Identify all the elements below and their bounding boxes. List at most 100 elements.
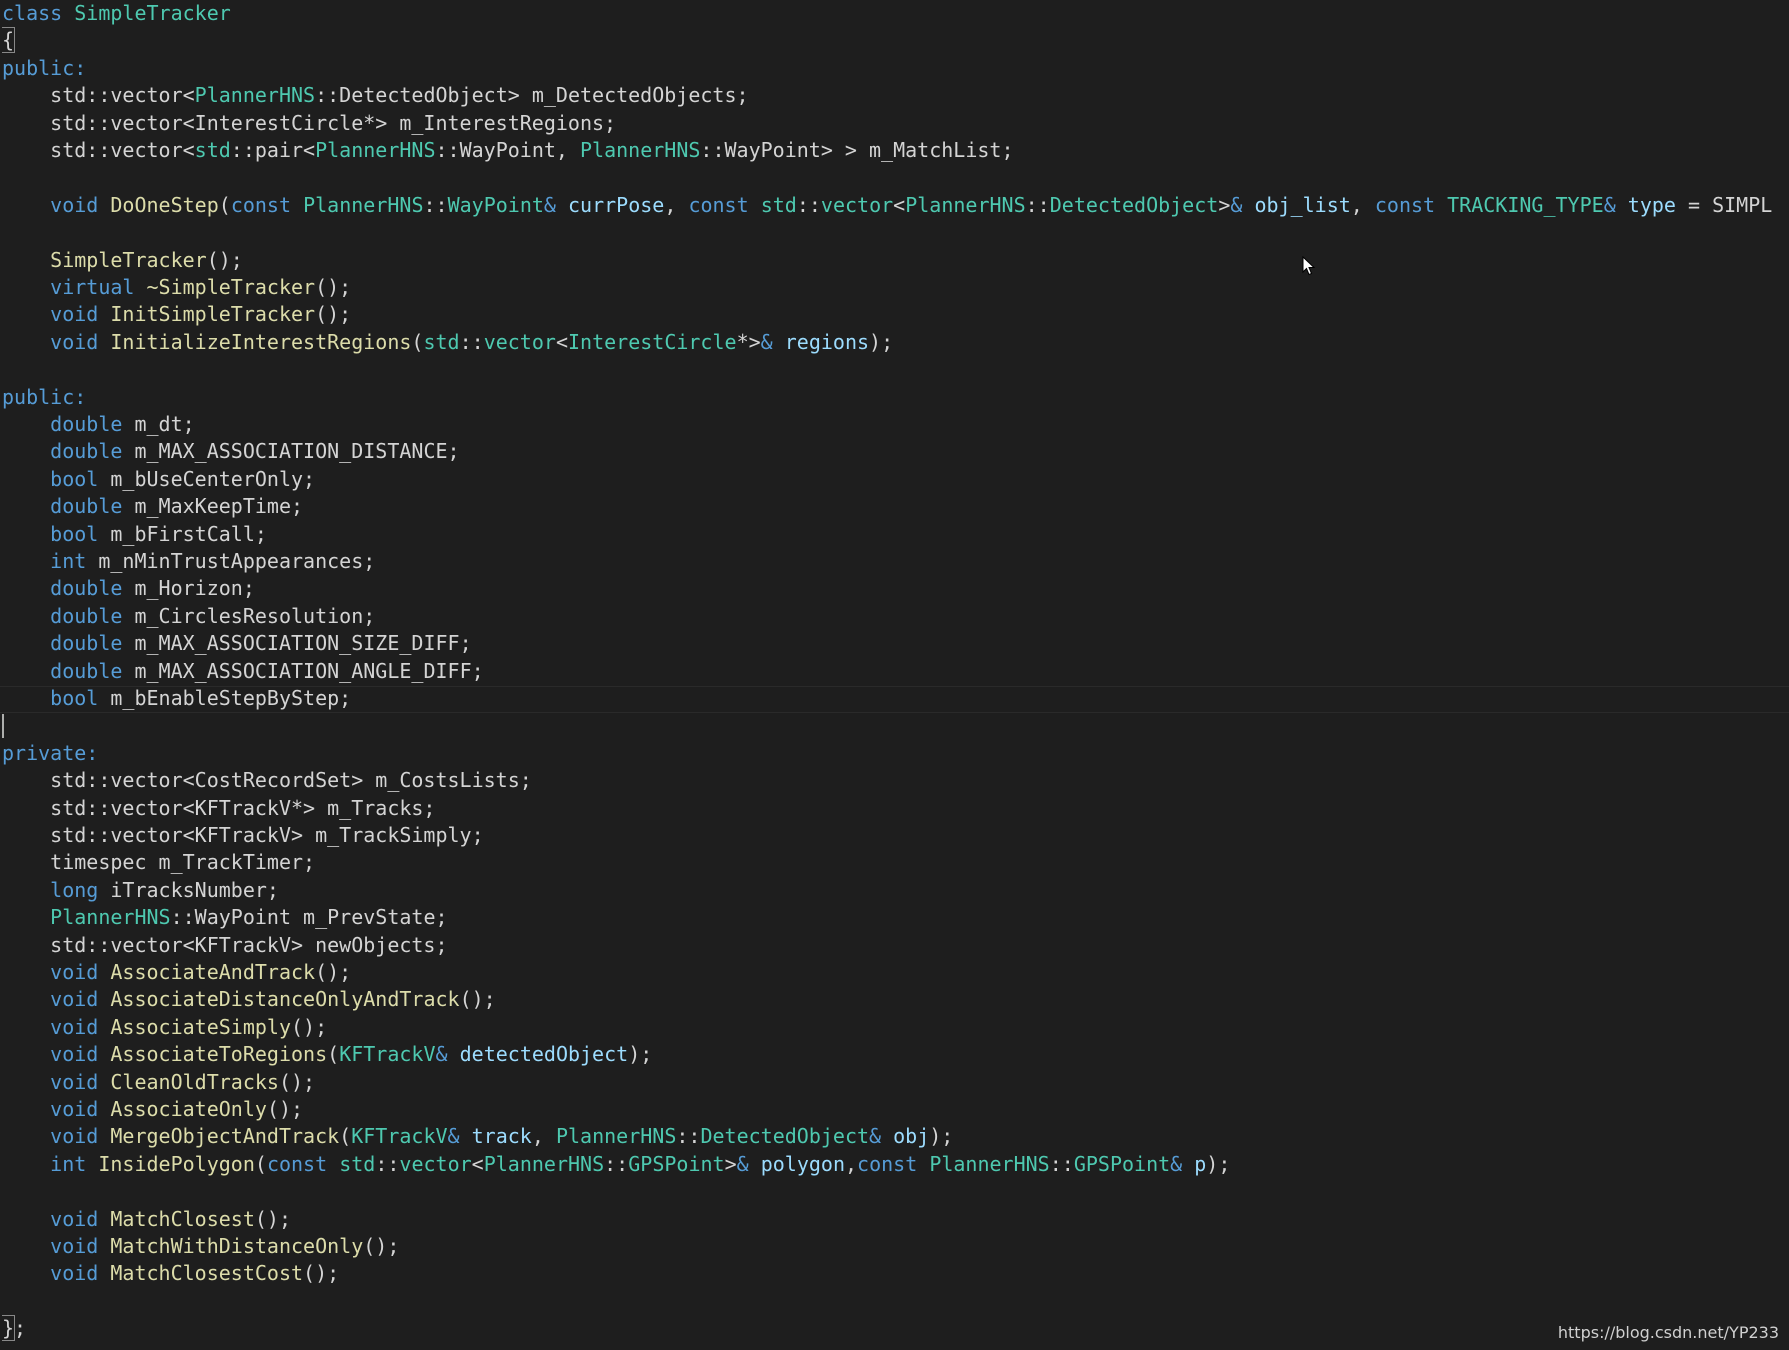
code-line[interactable]: double m_dt; (2, 411, 1787, 438)
code-token: const (1374, 192, 1436, 217)
code-token: & (1170, 1151, 1183, 1176)
code-line[interactable]: std::vector<CostRecordSet> m_CostsLists; (2, 767, 1787, 794)
code-token: & (736, 1151, 749, 1176)
code-token: InterestCircle (567, 329, 737, 354)
code-line[interactable] (2, 219, 1787, 246)
code-line[interactable]: double m_Horizon; (2, 575, 1787, 602)
code-line[interactable]: bool m_bEnableStepByStep; (2, 685, 1787, 712)
code-line[interactable]: PlannerHNS::WayPoint m_PrevState; (2, 904, 1787, 931)
code-token: AssociateAndTrack (110, 960, 316, 984)
code-line[interactable]: std::vector<KFTrackV> m_TrackSimply; (2, 822, 1787, 849)
code-token: PlannerHNS (905, 192, 1026, 217)
code-token: const (688, 192, 749, 217)
code-token: AssociateOnly (110, 1097, 267, 1121)
code-token: , (531, 1124, 556, 1149)
code-line[interactable]: std::vector<std::pair<PlannerHNS::WayPoi… (2, 137, 1787, 164)
code-token: m_bFirstCall; (98, 521, 267, 546)
code-token: m_Horizon; (122, 576, 255, 601)
code-line[interactable]: std::vector<KFTrackV> newObjects; (2, 932, 1787, 959)
code-line[interactable]: void InitSimpleTracker(); (2, 301, 1787, 328)
code-line[interactable]: void CleanOldTracks(); (2, 1069, 1787, 1096)
code-token: , (845, 1151, 858, 1176)
code-line[interactable] (2, 1178, 1787, 1205)
code-line[interactable]: void AssociateOnly(); (2, 1096, 1787, 1123)
code-line[interactable]: std::vector<KFTrackV*> m_Tracks; (2, 795, 1787, 822)
code-token: vector (483, 329, 556, 354)
code-token: AssociateToRegions (110, 1042, 328, 1067)
code-line[interactable]: void MatchClosest(); (2, 1206, 1787, 1233)
code-line[interactable]: double m_MAX_ASSOCIATION_SIZE_DIFF; (2, 630, 1787, 657)
code-token: CleanOldTracks (110, 1069, 279, 1094)
code-token: MergeObjectAndTrack (110, 1124, 340, 1149)
code-line[interactable] (2, 1288, 1787, 1315)
code-line[interactable]: class SimpleTracker (2, 0, 1787, 27)
code-token: detectedObject (459, 1042, 629, 1067)
code-line[interactable] (2, 712, 1787, 739)
code-line[interactable]: int m_nMinTrustAppearances; (2, 548, 1787, 575)
code-token: m_MAX_ASSOCIATION_DISTANCE; (122, 439, 460, 464)
code-token: < (555, 329, 568, 354)
code-line[interactable]: std::vector<InterestCircle*> m_InterestR… (2, 110, 1787, 137)
code-line[interactable]: std::vector<PlannerHNS::DetectedObject> … (2, 82, 1787, 109)
code-line[interactable]: int InsidePolygon(const std::vector<Plan… (2, 1151, 1787, 1178)
code-token: (); (278, 1069, 316, 1094)
code-token: void (50, 960, 99, 984)
code-line[interactable]: private: (2, 740, 1787, 767)
code-line[interactable]: public: (2, 55, 1787, 82)
code-token: p (1194, 1151, 1207, 1176)
code-line[interactable] (2, 164, 1787, 191)
code-line[interactable]: void AssociateDistanceOnlyAndTrack(); (2, 986, 1787, 1013)
code-token: :: (423, 192, 448, 217)
code-line[interactable]: virtual ~SimpleTracker(); (2, 274, 1787, 301)
code-token: m_bUseCenterOnly; (98, 466, 316, 491)
code-line[interactable]: void MatchClosestCost(); (2, 1260, 1787, 1287)
code-token: ::WayPoint m_PrevState; (170, 905, 448, 930)
code-line[interactable]: double m_MAX_ASSOCIATION_DISTANCE; (2, 438, 1787, 465)
code-line[interactable]: double m_CirclesResolution; (2, 603, 1787, 630)
code-line[interactable]: double m_MAX_ASSOCIATION_ANGLE_DIFF; (2, 658, 1787, 685)
code-editor[interactable]: class SimpleTracker{public: std::vector<… (0, 0, 1789, 1350)
code-line[interactable]: void DoOneStep(const PlannerHNS::WayPoin… (2, 192, 1787, 219)
code-line[interactable]: public: (2, 384, 1787, 411)
code-token: = SIMPL (1675, 192, 1773, 217)
code-token: ); (869, 329, 894, 354)
code-token: const (857, 1151, 918, 1176)
code-token: ::pair< (230, 138, 316, 162)
code-line[interactable]: long iTracksNumber; (2, 877, 1787, 904)
code-line[interactable]: void AssociateSimply(); (2, 1014, 1787, 1041)
code-line[interactable]: void AssociateToRegions(KFTrackV& detect… (2, 1041, 1787, 1068)
code-token: (); (459, 987, 496, 1012)
code-token: void (50, 302, 99, 327)
code-line[interactable]: { (2, 27, 1787, 54)
code-line[interactable]: bool m_bUseCenterOnly; (2, 466, 1787, 493)
code-line[interactable]: bool m_bFirstCall; (2, 521, 1787, 548)
code-token: , (1350, 192, 1375, 217)
code-token: bool (50, 686, 99, 710)
code-line[interactable]: void MergeObjectAndTrack(KFTrackV& track… (2, 1123, 1787, 1150)
code-token: std::vector<InterestCircle*> m_InterestR… (2, 110, 617, 135)
code-line[interactable]: void MatchWithDistanceOnly(); (2, 1233, 1787, 1260)
code-line[interactable]: double m_MaxKeepTime; (2, 493, 1787, 520)
code-token: std (339, 1151, 376, 1176)
code-line[interactable]: SimpleTracker(); (2, 247, 1787, 274)
code-line[interactable] (2, 356, 1787, 383)
code-token: & (760, 329, 773, 354)
code-line[interactable]: void InitializeInterestRegions(std::vect… (2, 329, 1787, 356)
code-token: < (893, 192, 906, 217)
code-token: ); (929, 1124, 954, 1149)
code-line[interactable]: timespec m_TrackTimer; (2, 849, 1787, 876)
watermark-url: https://blog.csdn.net/YP233 (1557, 1323, 1779, 1342)
code-line[interactable]: }; (2, 1315, 1787, 1342)
code-line[interactable]: void AssociateAndTrack(); (2, 959, 1787, 986)
